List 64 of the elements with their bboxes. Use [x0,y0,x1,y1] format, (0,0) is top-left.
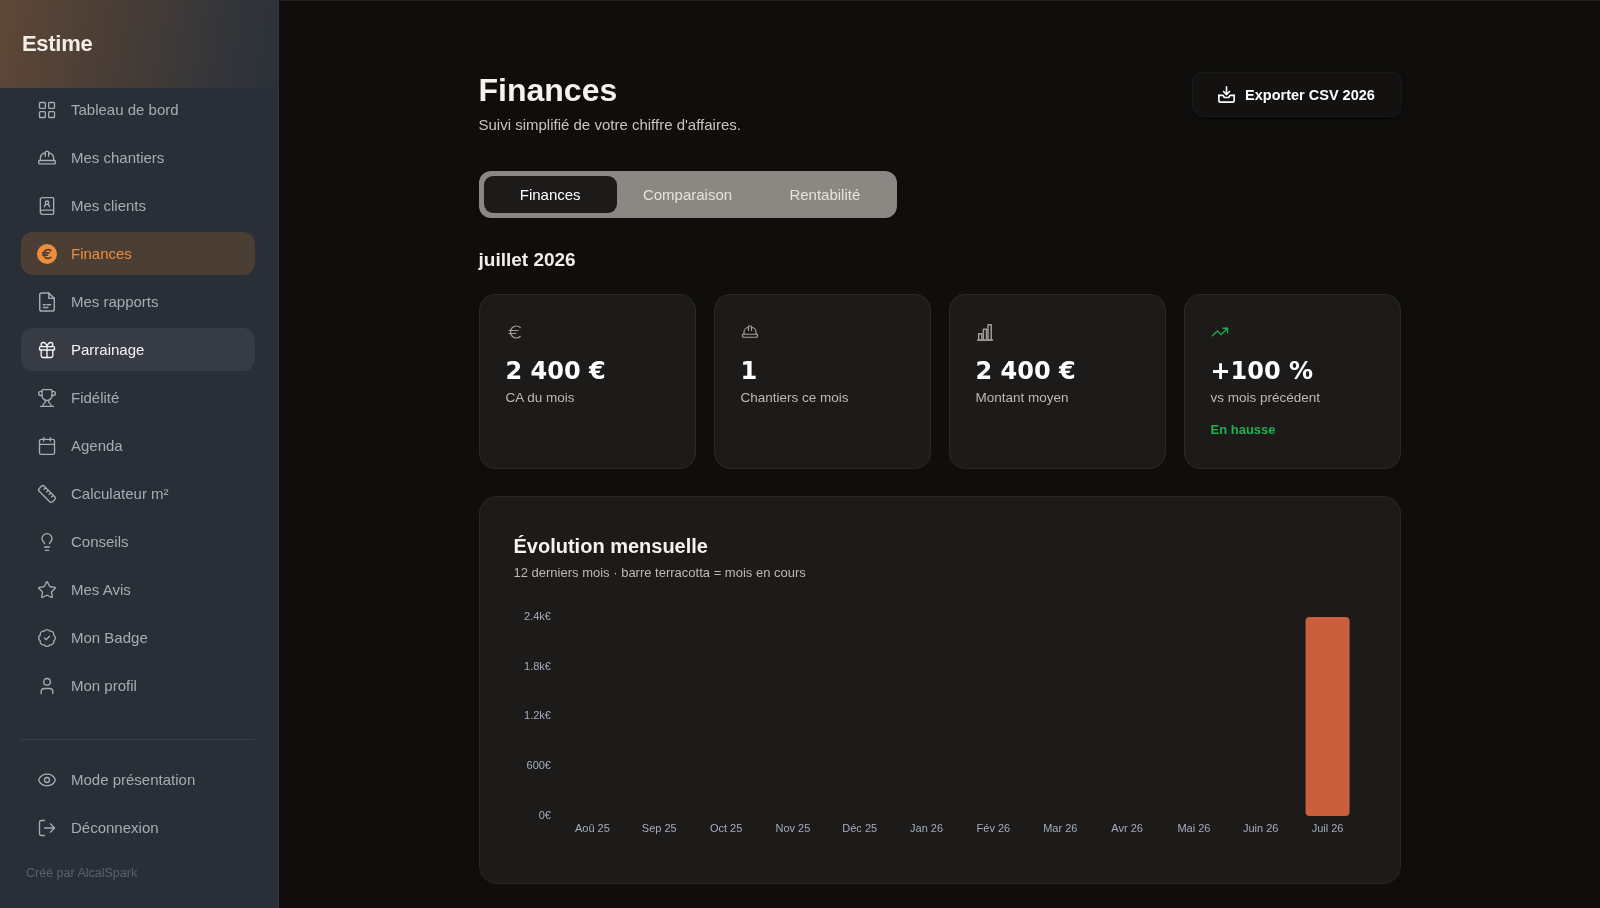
nav-item[interactable]: Parrainage [21,328,255,371]
nav-item[interactable]: Mon profil [21,664,255,707]
axis-label: 1.8k€ [523,659,551,672]
axis-label: Mar 26 [1042,821,1077,834]
stat-label: vs mois précédent [1210,389,1321,407]
stat-value: +100 % [1210,356,1314,387]
axis-label: 0€ [538,808,551,821]
axis-label: Aoû 25 [574,821,610,834]
nav-item[interactable]: Finances [21,232,255,275]
nav-item[interactable]: Agenda [21,424,255,467]
axis-label: Déc 25 [841,821,877,834]
calendar-icon [37,435,57,456]
stat-label: CA du mois [505,389,575,407]
hard-hat-icon [740,323,759,341]
nav-item[interactable]: Déconnexion [21,806,255,849]
nav-item[interactable]: Fidélité [21,376,255,419]
axis-label: 600€ [526,759,551,772]
nav-item[interactable]: Mes chantiers [21,136,255,179]
trend-note: En hausse [1210,421,1276,439]
nav-item[interactable]: Mon Badge [21,616,255,659]
axis-label: Sep 25 [641,821,677,834]
period-heading: juillet 2026 [478,249,576,271]
grid-icon [37,99,57,120]
axis-label: 2.4k€ [523,609,551,622]
stat-value: 2 400 € [505,356,606,387]
star-icon [37,579,57,600]
nav-item[interactable]: Mes clients [21,184,255,227]
nav-item[interactable]: Mes rapports [21,280,255,323]
export-button[interactable]: Exporter CSV 2026 [1192,73,1401,116]
euro-icon [505,323,524,341]
logout-icon [37,817,57,838]
axis-label: 1.2k€ [523,709,551,722]
nav-item[interactable]: Calculateur m² [21,472,255,515]
axis-label: Juin 26 [1242,821,1278,834]
bar-chart-icon [975,323,994,341]
page-title: Finances [478,71,619,109]
stat-label: Montant moyen [975,389,1069,407]
stat-value: 2 400 € [975,356,1076,387]
stat-value: 1 [740,356,758,387]
nav-item[interactable]: Conseils [21,520,255,563]
tab[interactable]: Finances [483,176,617,213]
nav-item[interactable]: Mes Avis [21,568,255,611]
nav-item[interactable]: Tableau de bord [21,88,255,131]
axis-label: Nov 25 [775,821,810,834]
page-subtitle: Suivi simplifié de votre chiffre d'affaires. [478,115,741,135]
stat-label: Chantiers ce mois [740,389,849,407]
axis-label: Oct 25 [709,821,742,834]
euro-coin-icon [37,243,57,264]
axis-label: Juil 26 [1311,821,1343,834]
ruler-icon [37,483,57,504]
axis-label: Avr 26 [1110,821,1143,834]
trophy-icon [37,387,57,408]
download-icon [1218,86,1236,103]
contact-book-icon [37,195,57,216]
gift-icon [37,339,57,360]
badge-check-icon [37,627,57,648]
axis-label: Fév 26 [976,821,1010,834]
axis-label: Jan 26 [909,821,943,834]
chart-subtitle: 12 derniers mois · barre terracotta = mois en cours [513,564,806,582]
app-name: Estime [22,31,93,57]
nav-item[interactable]: Mode présentation [21,758,255,801]
document-icon [37,291,57,312]
axis-label: Mai 26 [1176,821,1210,834]
chart-title: Évolution mensuelle [513,534,708,559]
